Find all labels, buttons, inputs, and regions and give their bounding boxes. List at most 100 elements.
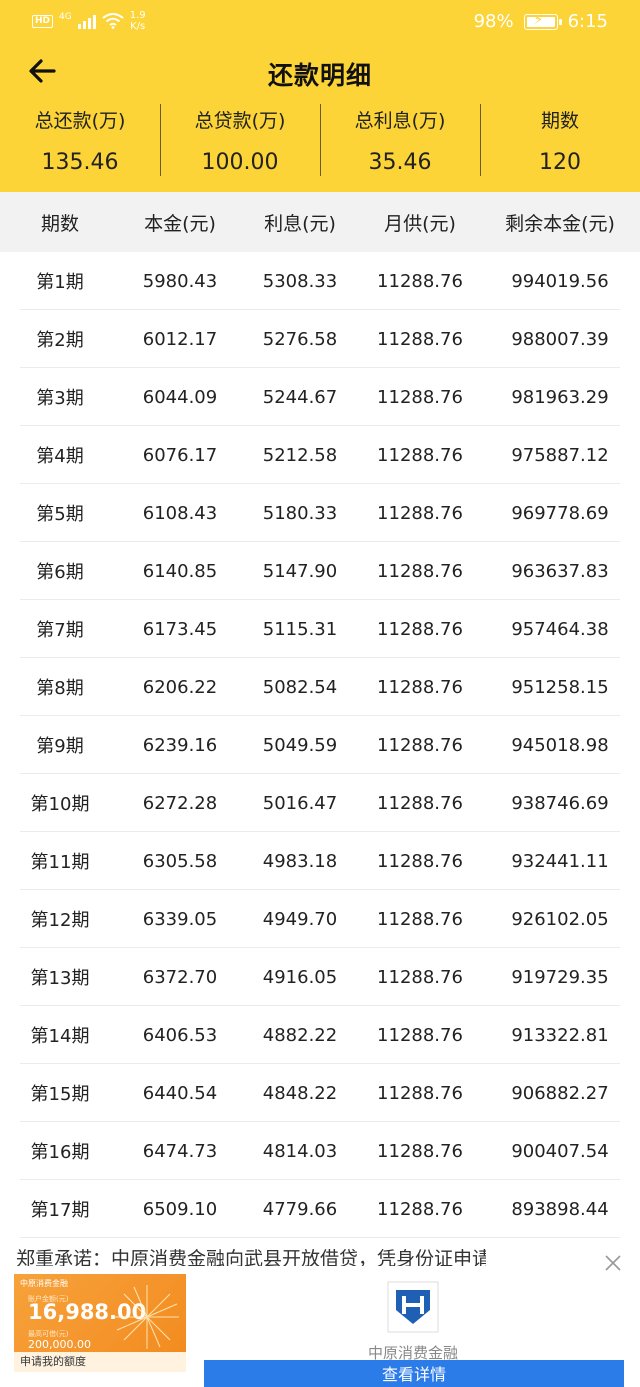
cell-remaining-principal: 963637.83	[511, 560, 609, 582]
cell-remaining-principal: 957464.38	[511, 618, 609, 640]
summary-total-repayment: 总还款(万) 135.46	[0, 100, 160, 192]
cell-interest: 5049.59	[262, 734, 338, 756]
cell-remaining-principal: 906882.27	[511, 1082, 609, 1104]
table-row: 第10期 6272.28 5016.47 11288.76 938746.69	[0, 774, 640, 832]
cell-monthly-payment: 11288.76	[377, 1082, 463, 1104]
cell-remaining-principal: 975887.12	[511, 444, 609, 466]
table-row: 第5期 6108.43 5180.33 11288.76 969778.69	[0, 484, 640, 542]
cell-principal: 6044.09	[142, 386, 218, 408]
ad-image[interactable]: 中原消费金融 账户金额(元) 16,988.00 最高可借(元) 200,000…	[14, 1274, 186, 1372]
header-monthly-payment: 月供(元)	[384, 212, 456, 235]
cell-period: 第3期	[36, 388, 84, 409]
cell-remaining-principal: 994019.56	[511, 270, 609, 292]
cell-interest: 4814.03	[262, 1140, 338, 1162]
speed-unit: K/s	[130, 21, 146, 32]
cell-interest: 4916.05	[262, 966, 338, 988]
cell-principal: 6272.28	[142, 792, 218, 814]
cell-period: 第11期	[30, 852, 90, 873]
cell-remaining-principal: 893898.44	[511, 1198, 609, 1220]
summary-panel: 总还款(万) 135.46 总贷款(万) 100.00 总利息(万) 35.46…	[0, 100, 640, 192]
summary-value: 135.46	[41, 150, 119, 175]
view-details-button[interactable]: 查看详情	[204, 1360, 624, 1387]
cell-remaining-principal: 945018.98	[511, 734, 609, 756]
cell-period: 第14期	[30, 1026, 90, 1047]
cell-monthly-payment: 11288.76	[377, 270, 463, 292]
cell-period: 第5期	[36, 504, 84, 525]
summary-label: 总利息(万)	[354, 110, 446, 132]
cell-principal: 6440.54	[142, 1082, 218, 1104]
ad-text: 郑重承诺：中原消费金融向武县开放借贷，凭身份证申请	[16, 1248, 486, 1266]
cell-interest: 5212.58	[262, 444, 338, 466]
cell-period: 第12期	[30, 910, 90, 931]
cell-principal: 6206.22	[142, 676, 218, 698]
cell-interest: 5180.33	[262, 502, 338, 524]
table-row: 第4期 6076.17 5212.58 11288.76 975887.12	[0, 426, 640, 484]
cell-principal: 6173.45	[142, 618, 218, 640]
cell-interest: 5308.33	[262, 270, 338, 292]
cell-period: 第6期	[36, 562, 84, 583]
table-row: 第6期 6140.85 5147.90 11288.76 963637.83	[0, 542, 640, 600]
cell-principal: 5980.43	[142, 270, 218, 292]
repayment-table[interactable]: 第1期 5980.43 5308.33 11288.76 994019.56 第2期 601…	[0, 252, 640, 1238]
wifi-icon	[102, 13, 124, 29]
cell-monthly-payment: 11288.76	[377, 444, 463, 466]
table-row: 第1期 5980.43 5308.33 11288.76 994019.56	[0, 252, 640, 310]
cell-interest: 4848.22	[262, 1082, 338, 1104]
cell-principal: 6140.85	[142, 560, 218, 582]
cell-interest: 5016.47	[262, 792, 338, 814]
network-speed: 1.9 K/s	[130, 10, 146, 32]
summary-total-interest: 总利息(万) 35.46	[320, 100, 480, 192]
cell-period: 第1期	[36, 272, 84, 293]
cell-interest: 5276.58	[262, 328, 338, 350]
cell-period: 第10期	[30, 794, 90, 815]
cell-monthly-payment: 11288.76	[377, 850, 463, 872]
clock: 6:15	[567, 11, 608, 32]
cell-monthly-payment: 11288.76	[377, 966, 463, 988]
cell-remaining-principal: 926102.05	[511, 908, 609, 930]
cell-interest: 4882.22	[262, 1024, 338, 1046]
summary-value: 100.00	[201, 150, 279, 175]
header-period: 期数	[40, 212, 79, 235]
cell-principal: 6474.73	[142, 1140, 218, 1162]
cell-interest: 5115.31	[262, 618, 338, 640]
close-icon[interactable]	[604, 1254, 622, 1272]
ad-apply-label: 申请我的额度	[14, 1352, 186, 1372]
cell-monthly-payment: 11288.76	[377, 560, 463, 582]
cell-period: 第8期	[36, 678, 84, 699]
cell-monthly-payment: 11288.76	[377, 1198, 463, 1220]
cell-period: 第2期	[36, 330, 84, 351]
speed-value: 1.9	[129, 10, 146, 21]
summary-label: 总还款(万)	[34, 110, 126, 132]
cell-monthly-payment: 11288.76	[377, 1140, 463, 1162]
cell-monthly-payment: 11288.76	[377, 328, 463, 350]
cell-remaining-principal: 981963.29	[511, 386, 609, 408]
header-remaining-principal: 剩余本金(元)	[505, 212, 615, 235]
cell-principal: 6305.58	[142, 850, 218, 872]
table-row: 第2期 6012.17 5276.58 11288.76 988007.39	[0, 310, 640, 368]
table-row: 第9期 6239.16 5049.59 11288.76 945018.98	[0, 716, 640, 774]
table-row: 第7期 6173.45 5115.31 11288.76 957464.38	[0, 600, 640, 658]
cell-monthly-payment: 11288.76	[377, 792, 463, 814]
summary-value: 35.46	[368, 150, 432, 175]
page-title: 还款明细	[267, 61, 372, 90]
summary-periods: 期数 120	[480, 100, 640, 192]
company-logo-icon	[387, 1281, 439, 1333]
summary-value: 120	[539, 150, 581, 175]
ad-banner[interactable]: 郑重承诺：中原消费金融向武县开放借贷，凭身份证申请 中原消费金融 账户金额(元)…	[0, 1240, 640, 1387]
cell-interest: 5244.67	[262, 386, 338, 408]
cell-period: 第9期	[36, 736, 84, 757]
cell-remaining-principal: 932441.11	[511, 850, 609, 872]
cell-remaining-principal: 900407.54	[511, 1140, 609, 1162]
battery-icon: ⚡	[523, 12, 562, 30]
hd-badge: HD	[32, 14, 54, 28]
nav-bar: 还款明细	[0, 44, 640, 100]
cell-monthly-payment: 11288.76	[377, 908, 463, 930]
cell-interest: 5147.90	[262, 560, 338, 582]
cell-interest: 5082.54	[262, 676, 338, 698]
cell-principal: 6076.17	[142, 444, 218, 466]
network-type: 4G	[59, 12, 72, 22]
cell-remaining-principal: 938746.69	[511, 792, 609, 814]
table-row: 第12期 6339.05 4949.70 11288.76 926102.05	[0, 890, 640, 948]
status-bar: HD 4G 1.9 K/s 98% ⚡ 6:15	[0, 0, 640, 44]
cell-period: 第16期	[30, 1142, 90, 1163]
